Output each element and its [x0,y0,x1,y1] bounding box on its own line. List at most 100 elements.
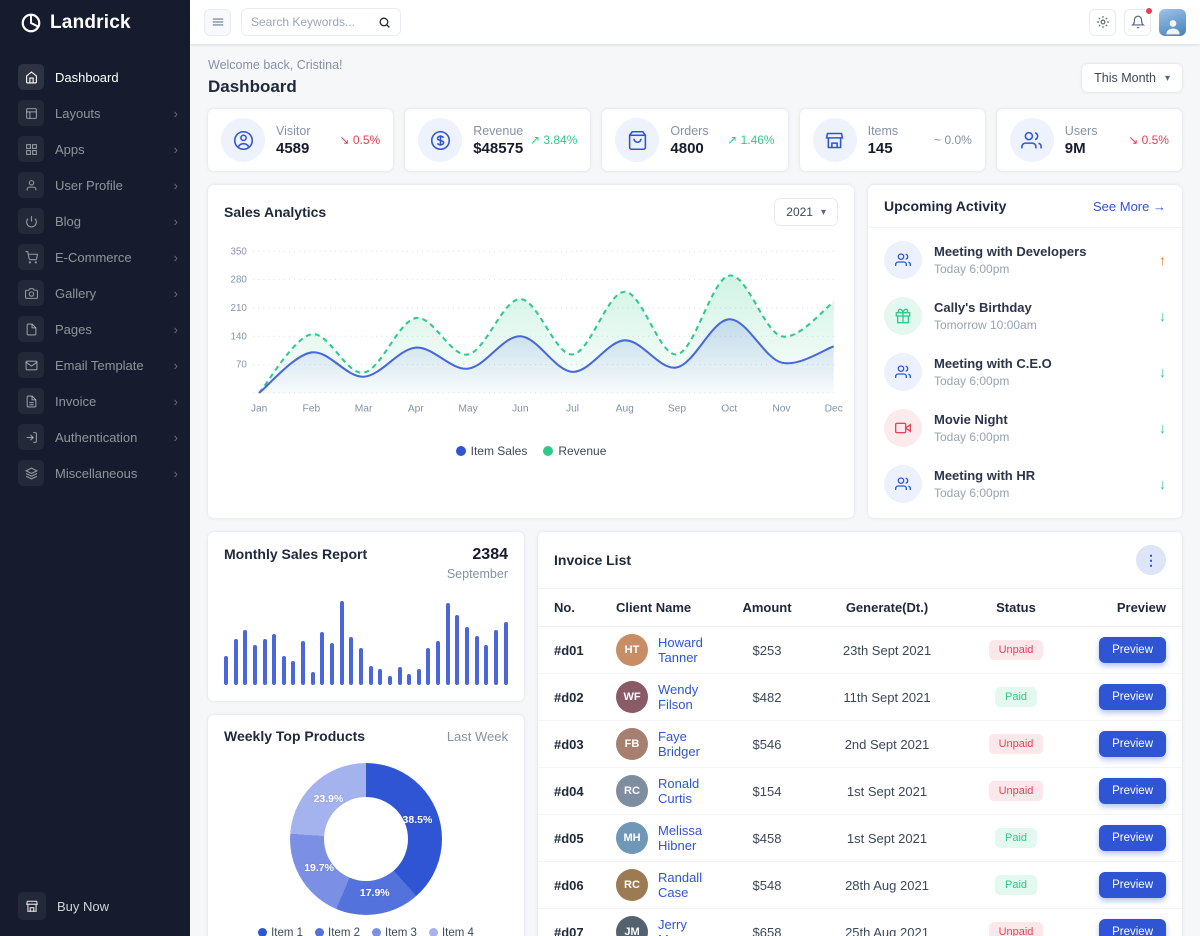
monthly-sales-month: September [447,567,508,581]
client-avatar: JM [616,916,648,936]
users-icon [884,465,922,503]
status-badge: Paid [995,828,1037,848]
sidebar-item-authentication[interactable]: Authentication› [0,420,190,454]
monthly-bars-chart [224,597,508,685]
period-select[interactable]: This Month ▾ [1082,64,1182,92]
svg-text:Apr: Apr [408,403,425,414]
client-name-link[interactable]: Wendy Filson [658,682,722,712]
notifications-button[interactable] [1124,9,1151,36]
gift-icon [884,297,922,335]
hamburger-icon [211,15,225,29]
svg-text:Feb: Feb [302,403,320,414]
user-avatar[interactable] [1159,9,1186,36]
see-more-link[interactable]: See More → [1093,199,1166,214]
trend-arrow: ↓ [1159,308,1166,324]
topbar [190,0,1200,44]
client-name-link[interactable]: Ronald Curtis [658,776,722,806]
buy-now-button[interactable]: Buy Now [0,882,190,936]
sidebar-item-apps[interactable]: Apps› [0,132,190,166]
trend-indicator: ↘ 0.5% [339,133,380,147]
status-badge: Unpaid [989,781,1044,801]
preview-button[interactable]: Preview [1099,684,1166,710]
invoice-date: 1st Sept 2021 [812,784,962,799]
menu-toggle-button[interactable] [204,9,231,36]
preview-button[interactable]: Preview [1099,872,1166,898]
trend-arrow: ↓ [1159,476,1166,492]
client-avatar: RC [616,775,648,807]
bar [388,676,392,685]
client-name-link[interactable]: Melissa Hibner [658,823,722,853]
table-row: #d03FBFaye Bridger$5462nd Sept 2021Unpai… [538,721,1182,768]
sidebar-item-ecommerce[interactable]: E-Commerce› [0,240,190,274]
status-badge: Paid [995,687,1037,707]
invoice-amount: $546 [722,737,812,752]
chevron-right-icon: › [174,430,178,445]
bar [455,615,459,685]
client-name-link[interactable]: Randall Case [658,870,722,900]
welcome-text: Welcome back, Cristina! [208,58,343,72]
sidebar-item-layouts[interactable]: Layouts› [0,96,190,130]
sidebar-item-user-profile[interactable]: User Profile› [0,168,190,202]
sidebar-item-miscellaneous[interactable]: Miscellaneous› [0,456,190,490]
store-icon [18,892,46,920]
bar [398,667,402,685]
bar [340,601,344,685]
invoice-date: 28th Aug 2021 [812,878,962,893]
svg-text:350: 350 [231,246,248,257]
year-select[interactable]: 2021 ▾ [774,198,838,226]
invoice-number: #d06 [554,878,616,893]
sidebar: Landrick Dashboard Layouts› Apps› User P… [0,0,190,936]
sidebar-item-dashboard[interactable]: Dashboard [0,60,190,94]
preview-button[interactable]: Preview [1099,731,1166,757]
invoice-number: #d07 [554,925,616,936]
search-icon[interactable] [378,16,391,29]
file-text-icon [18,388,44,414]
invoice-amount: $658 [722,925,812,936]
preview-button[interactable]: Preview [1099,637,1166,663]
bar [417,669,421,685]
sidebar-item-blog[interactable]: Blog› [0,204,190,238]
sidebar-item-invoice[interactable]: Invoice› [0,384,190,418]
bar [243,630,247,685]
svg-text:Mar: Mar [355,403,373,414]
client-name-link[interactable]: Howard Tanner [658,635,722,665]
invoice-number: #d04 [554,784,616,799]
activity-item[interactable]: Meeting with HRToday 6:00pm ↓ [868,456,1182,512]
activity-item[interactable]: Cally's BirthdayTomorrow 10:00am ↓ [868,288,1182,344]
invoice-date: 23th Sept 2021 [812,643,962,658]
bar [311,672,315,685]
client-avatar: HT [616,634,648,666]
sidebar-item-gallery[interactable]: Gallery› [0,276,190,310]
activity-item[interactable]: Meeting with C.E.OToday 6:00pm ↓ [868,344,1182,400]
donut-legend: Item 1 Item 2 Item 3 Item 4 [208,915,524,936]
legend-dot-item-sales [456,446,466,456]
monthly-sales-card: Monthly Sales Report 2384 September [208,532,524,701]
landrick-logo-icon [20,12,42,34]
svg-text:Aug: Aug [616,403,635,414]
settings-button[interactable] [1089,9,1116,36]
weekly-products-card: Weekly Top Products Last Week 38.5%17.9%… [208,715,524,936]
power-icon [18,208,44,234]
activity-item[interactable]: Movie NightToday 6:00pm ↓ [868,400,1182,456]
sidebar-item-email-template[interactable]: Email Template› [0,348,190,382]
svg-text:May: May [458,403,478,414]
bar [272,634,276,685]
preview-button[interactable]: Preview [1099,778,1166,804]
search-input[interactable] [251,15,378,29]
preview-button[interactable]: Preview [1099,919,1166,936]
monthly-sales-title: Monthly Sales Report [224,546,367,562]
client-name-link[interactable]: Jerry Morena [658,917,722,936]
logo[interactable]: Landrick [0,0,190,46]
bar [465,627,469,685]
client-name-link[interactable]: Faye Bridger [658,729,722,759]
sidebar-item-pages[interactable]: Pages› [0,312,190,346]
preview-button[interactable]: Preview [1099,825,1166,851]
layout-icon [18,100,44,126]
sales-analytics-title: Sales Analytics [224,204,326,220]
status-badge: Unpaid [989,922,1044,936]
invoice-date: 2nd Sept 2021 [812,737,962,752]
activity-item[interactable]: Meeting with DevelopersToday 6:00pm ↑ [868,232,1182,288]
svg-text:Dec: Dec [825,403,843,414]
table-row: #d02WFWendy Filson$48211th Sept 2021Paid… [538,674,1182,721]
kebab-menu-button[interactable]: ⋮ [1136,545,1166,575]
